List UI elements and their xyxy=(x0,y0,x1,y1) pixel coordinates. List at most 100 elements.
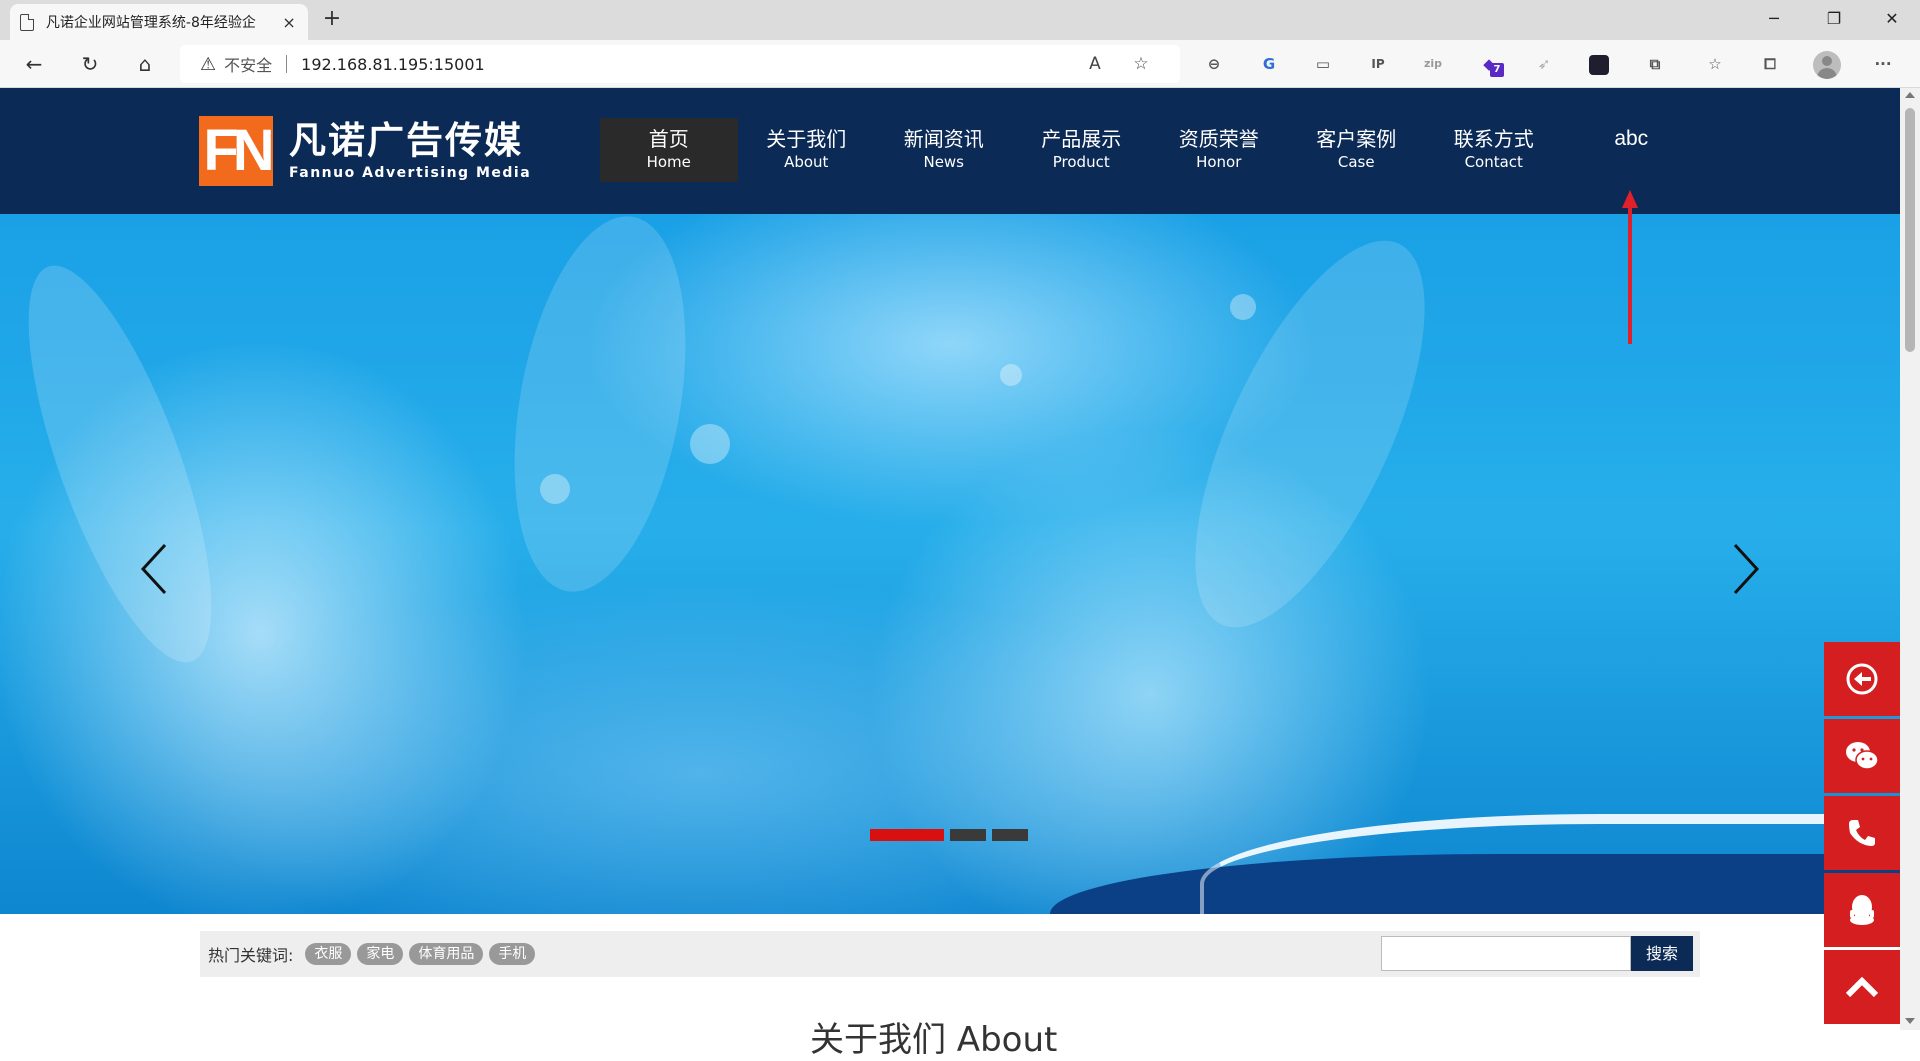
nav-item-product[interactable]: 产品展示 Product xyxy=(1013,118,1151,182)
nav-label-cn: 客户案例 xyxy=(1316,127,1397,151)
refresh-icon[interactable]: ↻ xyxy=(74,49,106,79)
restore-button[interactable]: ❐ xyxy=(1814,4,1854,34)
window-close-button[interactable]: ✕ xyxy=(1872,4,1912,34)
extension-badge: 7 xyxy=(1490,63,1504,77)
qq-icon xyxy=(1850,895,1874,925)
browser-tab[interactable]: 凡诺企业网站管理系统-8年经验企 × xyxy=(10,4,308,40)
nav-label-en: Honor xyxy=(1196,153,1242,171)
keyword-tag[interactable]: 体育用品 xyxy=(409,943,484,965)
address-bar[interactable]: ⚠ 不安全 192.168.81.195:15001 A ☆ xyxy=(180,45,1180,83)
nav-item-honor[interactable]: 资质荣誉 Honor xyxy=(1150,118,1288,182)
slider-next-button[interactable] xyxy=(1725,539,1765,599)
nav-item-contact[interactable]: 联系方式 Contact xyxy=(1425,118,1563,182)
chart-app-icon[interactable] xyxy=(1584,49,1614,79)
back-arrow-icon[interactable]: ← xyxy=(18,49,50,79)
nav-label-cn: 首页 xyxy=(648,127,689,151)
bird-icon[interactable]: ➶ xyxy=(1529,49,1559,79)
keyword-tag[interactable]: 家电 xyxy=(357,943,404,965)
home-icon[interactable]: ⌂ xyxy=(129,49,161,79)
ip-icon[interactable]: IP xyxy=(1363,49,1393,79)
browser-toolbar: ← ↻ ⌂ ⚠ 不安全 192.168.81.195:15001 A ☆ ⊖ G… xyxy=(0,40,1920,88)
zip-icon[interactable]: zip xyxy=(1418,49,1448,79)
scroll-up-arrow-icon[interactable] xyxy=(1905,92,1915,98)
search-input[interactable] xyxy=(1381,936,1631,971)
nav-label-cn: 产品展示 xyxy=(1041,127,1122,151)
puzzle-icon[interactable]: ⧉ xyxy=(1640,49,1670,79)
logo-mark: FN xyxy=(199,116,275,186)
phone-icon xyxy=(1849,820,1875,846)
nav-label-cn: 新闻资讯 xyxy=(903,127,984,151)
keyword-tag[interactable]: 衣服 xyxy=(305,943,352,965)
tab-title: 凡诺企业网站管理系统-8年经验企 xyxy=(45,15,256,31)
qq-button[interactable] xyxy=(1824,873,1900,947)
monitor-icon[interactable]: ▭ xyxy=(1308,49,1338,79)
tab-close-button[interactable]: × xyxy=(280,13,298,32)
wechat-button[interactable] xyxy=(1824,719,1900,793)
section-title: 关于我们 About xyxy=(810,1020,1058,1060)
scroll-top-button[interactable] xyxy=(1824,950,1900,1024)
chevron-right-icon xyxy=(1733,543,1760,595)
nav-label-en: Case xyxy=(1337,153,1375,171)
nav-label-en: News xyxy=(923,153,965,171)
nav-item-case[interactable]: 客户案例 Case xyxy=(1288,118,1426,182)
nav-label-cn: 联系方式 xyxy=(1453,127,1534,151)
wechat-icon xyxy=(1846,742,1879,770)
search-button[interactable]: 搜索 xyxy=(1631,936,1693,971)
minus-circle-icon[interactable]: ⊖ xyxy=(1199,49,1229,79)
keyword-tag[interactable]: 手机 xyxy=(489,943,536,965)
hero-banner xyxy=(0,214,1900,914)
browser-titlebar: 凡诺企业网站管理系统-8年经验企 × + ─ ❐ ✕ xyxy=(0,0,1920,40)
slider-dots xyxy=(870,829,1028,841)
phone-button[interactable] xyxy=(1824,796,1900,870)
water-drop xyxy=(540,474,570,504)
logo-english-name: Fannuo Advertising Media xyxy=(289,165,532,181)
nav-label-en: Product xyxy=(1052,153,1110,171)
extension-gem-icon[interactable]: ◆ 7 xyxy=(1474,49,1504,79)
page-icon xyxy=(20,13,34,31)
search-strip: 热门关键词: 衣服 家电 体育用品 手机 搜索 xyxy=(200,931,1700,977)
nav-item-abc[interactable]: abc xyxy=(1563,118,1701,182)
address-separator xyxy=(286,55,288,73)
annotation-arrow-icon xyxy=(1622,190,1638,344)
logo-chinese-name: 凡诺广告传媒 xyxy=(289,119,523,162)
scroll-down-arrow-icon[interactable] xyxy=(1905,1018,1915,1024)
scroll-top-icon xyxy=(1845,976,1879,998)
water-splash xyxy=(0,246,249,682)
minimize-button[interactable]: ─ xyxy=(1754,4,1794,34)
water-drop xyxy=(1230,294,1256,320)
nav-item-about[interactable]: 关于我们 About xyxy=(738,118,876,182)
nav-label-cn: 关于我们 xyxy=(766,127,847,151)
water-splash xyxy=(1148,214,1472,659)
water-drop xyxy=(1000,364,1022,386)
water-splash xyxy=(488,214,712,606)
translate-icon[interactable]: G xyxy=(1254,49,1284,79)
nav-label-en: Contact xyxy=(1464,153,1523,171)
floating-contact-bar xyxy=(1824,642,1900,1027)
slider-prev-button[interactable] xyxy=(135,539,175,599)
chevron-left-icon xyxy=(140,543,167,595)
logo-text: 凡诺广告传媒 Fannuo Advertising Media xyxy=(289,119,532,182)
page-scrollbar[interactable] xyxy=(1900,88,1920,1030)
collections-icon[interactable]: ⧠ xyxy=(1755,49,1785,79)
warning-icon: ⚠ xyxy=(200,53,217,75)
water-surface xyxy=(1200,814,1900,914)
scroll-thumb[interactable] xyxy=(1905,108,1915,352)
favorites-icon[interactable]: ☆ xyxy=(1700,49,1730,79)
add-favorite-icon[interactable]: ☆ xyxy=(1126,49,1156,79)
new-tab-button[interactable]: + xyxy=(318,6,346,34)
nav-item-home[interactable]: 首页 Home xyxy=(600,118,738,182)
site-logo[interactable]: FN 凡诺广告传媒 Fannuo Advertising Media xyxy=(199,116,531,186)
more-icon[interactable]: ··· xyxy=(1868,49,1898,79)
water-drop xyxy=(690,424,730,464)
nav-label-en: About xyxy=(784,153,829,171)
nav-item-news[interactable]: 新闻资讯 News xyxy=(875,118,1013,182)
slider-dot-1[interactable] xyxy=(870,829,944,841)
slider-dot-2[interactable] xyxy=(950,829,986,841)
read-aloud-icon[interactable]: A xyxy=(1080,49,1110,79)
insecure-label: 不安全 xyxy=(224,56,273,75)
nav-label-cn: 资质荣誉 xyxy=(1178,127,1259,151)
back-button[interactable] xyxy=(1824,642,1900,716)
profile-icon[interactable] xyxy=(1813,51,1841,79)
url-text[interactable]: 192.168.81.195:15001 xyxy=(301,55,485,74)
slider-dot-3[interactable] xyxy=(992,829,1028,841)
